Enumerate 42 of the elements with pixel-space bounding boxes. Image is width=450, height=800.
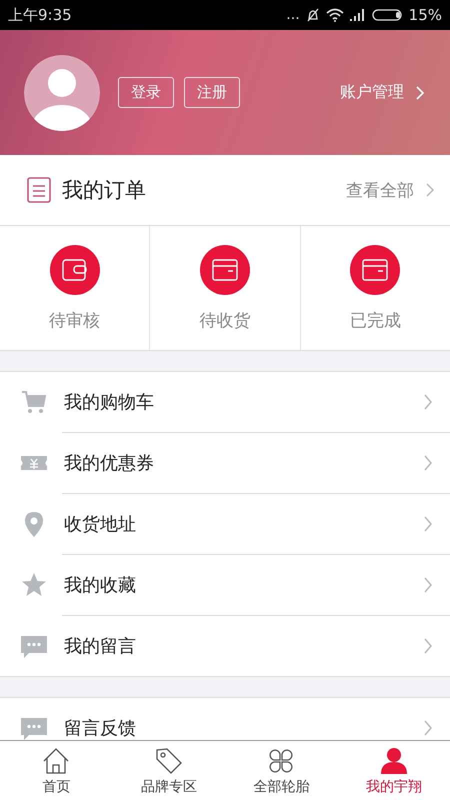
wifi-icon: [326, 8, 344, 22]
chevron-right-icon: [422, 515, 434, 533]
chevron-right-icon: [414, 84, 426, 100]
chevron-right-icon: [422, 719, 434, 737]
signal-icon: [348, 8, 367, 22]
chevron-right-icon: [422, 637, 434, 655]
view-all-link[interactable]: 查看全部: [346, 178, 436, 202]
menu-item[interactable]: 留言反馈: [0, 698, 450, 740]
chevron-right-icon: [422, 576, 434, 594]
menu-item[interactable]: 我的优惠券: [62, 432, 450, 493]
chevron-right-icon: [422, 393, 434, 411]
battery-percent: 15%: [408, 6, 442, 24]
tab-bar-item[interactable]: 我的宇翔: [338, 741, 450, 800]
order-status-item[interactable]: 待审核: [0, 226, 150, 350]
battery-icon: [372, 8, 404, 22]
menu-item[interactable]: 我的购物车: [0, 372, 450, 432]
chevron-right-icon: [424, 182, 436, 198]
auth-button[interactable]: 注册: [184, 77, 240, 108]
tag-icon: [154, 746, 184, 776]
avatar-icon[interactable]: [24, 54, 100, 130]
auth-button[interactable]: 登录: [118, 77, 174, 108]
chevron-right-icon: [422, 454, 434, 472]
order-status-item[interactable]: 已完成: [300, 226, 450, 350]
tab-bar-item[interactable]: 全部轮胎: [225, 741, 338, 800]
status-time: 上午9:35: [8, 6, 72, 24]
account-link[interactable]: 账户管理: [340, 82, 426, 103]
menu-item[interactable]: 我的收藏: [62, 554, 450, 615]
status-dots: ...: [286, 7, 300, 23]
box-icon: [350, 244, 400, 294]
orders-title: 我的订单: [62, 177, 146, 204]
bell-muted-icon: [304, 7, 321, 23]
box-icon: [200, 244, 250, 294]
person-icon: [378, 746, 409, 776]
cart-icon: [20, 388, 48, 416]
order-status-item[interactable]: 待收货: [150, 226, 301, 350]
wallet-icon: [50, 244, 100, 294]
star-icon: [20, 571, 48, 599]
menu-item[interactable]: 我的留言: [62, 615, 450, 676]
tab-bar-item[interactable]: 首页: [0, 741, 112, 800]
list-icon: [26, 176, 52, 204]
tab-bar-item[interactable]: 品牌专区: [112, 741, 225, 800]
menu-item[interactable]: 收货地址: [62, 493, 450, 554]
